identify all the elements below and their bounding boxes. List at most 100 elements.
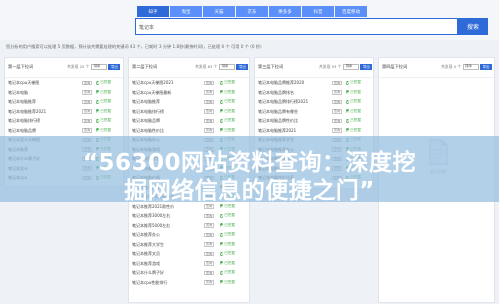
keyword-row[interactable]: 笔记本推荐办公 查询 已挖掘 [129, 230, 249, 240]
query-button[interactable]: 查询 [204, 242, 214, 247]
status-text: 已挖掘 [224, 99, 235, 104]
keyword-text: 笔记本电脑品牌排名 [258, 89, 294, 95]
query-button[interactable]: 查询 [204, 109, 214, 114]
tab-0[interactable]: 知乎 [137, 6, 169, 17]
status-badge: 已挖掘 [220, 223, 235, 228]
keyword-row[interactable]: 笔记本电脑品牌推荐2020 查询 已挖掘 [255, 78, 373, 88]
query-button[interactable]: 查询 [332, 109, 342, 114]
check-circle-icon [96, 90, 100, 95]
status-text: 已挖掘 [224, 241, 235, 246]
keyword-row[interactable]: 笔记本推荐3000左右 查询 已挖掘 [129, 211, 249, 221]
tab-4[interactable]: 拼多多 [269, 6, 301, 17]
status-badge: 已挖掘 [346, 128, 361, 133]
query-button[interactable]: 查询 [204, 99, 214, 104]
query-button[interactable]: 查询 [204, 270, 214, 275]
keyword-row[interactable]: 笔记本电脑品牌 查询 已挖掘 [5, 126, 123, 136]
query-button[interactable]: 查询 [82, 118, 92, 123]
keyword-row[interactable]: 笔记本cpu天梯图2021 查询 已挖掘 [129, 78, 249, 88]
keyword-row[interactable]: 笔记本推荐游戏 查询 已挖掘 [129, 259, 249, 269]
query-button[interactable]: 查询 [82, 109, 92, 114]
status-text: 已挖掘 [100, 108, 111, 113]
query-button[interactable]: 查询 [332, 90, 342, 95]
query-button[interactable]: 查询 [204, 280, 214, 285]
check-circle-icon [220, 99, 224, 104]
query-button[interactable]: 查询 [204, 90, 214, 95]
keyword-row[interactable]: 笔记本电脑品牌有哪些 查询 已挖掘 [255, 107, 373, 117]
sort-select[interactable]: 排序 [343, 63, 360, 70]
export-button[interactable]: 导出 [360, 63, 373, 70]
status-text: 已挖掘 [350, 89, 361, 94]
query-button[interactable]: 查询 [332, 80, 342, 85]
check-circle-icon [220, 80, 224, 85]
status-badge: 已挖掘 [220, 270, 235, 276]
status-badge: 已挖掘 [346, 90, 361, 95]
sort-select[interactable]: 排序 [91, 63, 108, 70]
sort-select[interactable]: 排序 [219, 63, 236, 70]
keyword-text: 笔记本cpu天梯图最新 [132, 89, 172, 95]
keyword-row[interactable]: 笔记本什么牌子好 查询 已挖掘 [129, 268, 249, 278]
keyword-row[interactable]: 笔记本电脑 查询 已挖掘 [5, 88, 123, 98]
export-button[interactable]: 导出 [236, 63, 249, 70]
status-text: 已挖掘 [224, 127, 235, 132]
keyword-row[interactable]: 笔记本电脑性价比 查询 已挖掘 [129, 126, 249, 136]
keyword-text: 笔记本电脑品牌性价比 [258, 118, 298, 123]
column-title: 第二层下拉词 [132, 64, 158, 69]
keyword-row[interactable]: 笔记本推荐大学生 查询 已挖掘 [129, 240, 249, 250]
keyword-row[interactable]: 笔记本推荐5000左右 查询 已挖掘 [129, 221, 249, 231]
keyword-row[interactable]: 笔记本电脑排行榜 查询 已挖掘 [5, 116, 123, 126]
keyword-row[interactable]: 笔记本推荐文员 查询 已挖掘 [129, 249, 249, 259]
query-button[interactable]: 查询 [204, 118, 214, 123]
query-button[interactable]: 查询 [332, 118, 342, 123]
query-button[interactable]: 查询 [204, 251, 214, 256]
keyword-row[interactable]: 笔记本cpu性能排行 查询 已挖掘 [129, 278, 249, 288]
query-button[interactable]: 查询 [82, 99, 92, 104]
query-button[interactable]: 查询 [204, 232, 214, 237]
query-button[interactable]: 查询 [82, 80, 92, 85]
status-badge: 已挖掘 [220, 80, 235, 86]
query-button[interactable]: 查询 [82, 128, 92, 133]
keyword-row[interactable]: 笔记本电脑品牌性价比 查询 已挖掘 [255, 116, 373, 126]
check-circle-icon [346, 80, 350, 85]
check-circle-icon [96, 118, 100, 123]
keyword-row[interactable]: 笔记本电脑推荐 查询 已挖掘 [129, 97, 249, 107]
query-button[interactable]: 查询 [332, 128, 342, 133]
query-button[interactable]: 查询 [204, 261, 214, 266]
column-title: 第四层下拉词 [382, 64, 408, 69]
keyword-row[interactable]: 笔记本电脑品牌排名 查询 已挖掘 [255, 88, 373, 98]
keyword-row[interactable]: 笔记本电脑推荐2021 查询 已挖掘 [5, 107, 123, 117]
column-header: 第四层下拉词 共发现 0 个排序 导出 [379, 58, 494, 78]
export-button[interactable]: 导出 [480, 63, 493, 70]
query-button[interactable]: 查询 [204, 128, 214, 133]
tab-3[interactable]: 京东 [236, 6, 268, 17]
keyword-row[interactable]: 笔记本电脑推荐 查询 已挖掘 [5, 97, 123, 107]
query-button[interactable]: 查询 [204, 80, 214, 85]
status-badge: 已挖掘 [96, 118, 111, 124]
tab-5[interactable]: 抖音 [302, 6, 334, 17]
export-button[interactable]: 导出 [108, 63, 121, 70]
tab-1[interactable]: 淘宝 [170, 6, 202, 17]
keyword-text: 笔记本推荐5000左右 [132, 222, 171, 228]
keyword-row[interactable]: 笔记本cpu天梯图最新 查询 已挖掘 [129, 88, 249, 98]
search-button[interactable]: 搜索 [458, 18, 488, 35]
check-circle-icon [220, 90, 224, 95]
keyword-row[interactable]: 笔记本电脑品牌排行榜2021 查询 已挖掘 [255, 97, 373, 107]
check-circle-icon [96, 128, 100, 133]
keyword-row[interactable]: 笔记本cpu天梯图 查询 已挖掘 [5, 78, 123, 88]
status-text: 已挖掘 [100, 99, 111, 104]
sort-select[interactable]: 排序 [463, 63, 480, 70]
tab-6[interactable]: 百度移动 [335, 6, 367, 17]
keyword-text: 笔记本电脑性价比 [132, 127, 164, 133]
query-button[interactable]: 查询 [204, 213, 214, 218]
tab-2[interactable]: 天猫 [203, 6, 235, 17]
query-button[interactable]: 查询 [332, 99, 342, 104]
status-badge: 已挖掘 [96, 80, 111, 86]
keyword-row[interactable]: 笔记本电脑推荐2021 查询 已挖掘 [255, 126, 373, 136]
search-input[interactable]: 笔记本 [135, 18, 458, 35]
keyword-row[interactable]: 笔记本电脑品牌 查询 已挖掘 [129, 116, 249, 126]
query-button[interactable]: 查询 [204, 223, 214, 228]
status-text: 已挖掘 [224, 222, 235, 227]
column-header: 第二层下拉词 共发现 63 个排序 导出 [129, 58, 249, 78]
check-circle-icon [346, 118, 350, 123]
keyword-row[interactable]: 笔记本电脑排行榜 查询 已挖掘 [129, 107, 249, 117]
query-button[interactable]: 查询 [82, 90, 92, 95]
